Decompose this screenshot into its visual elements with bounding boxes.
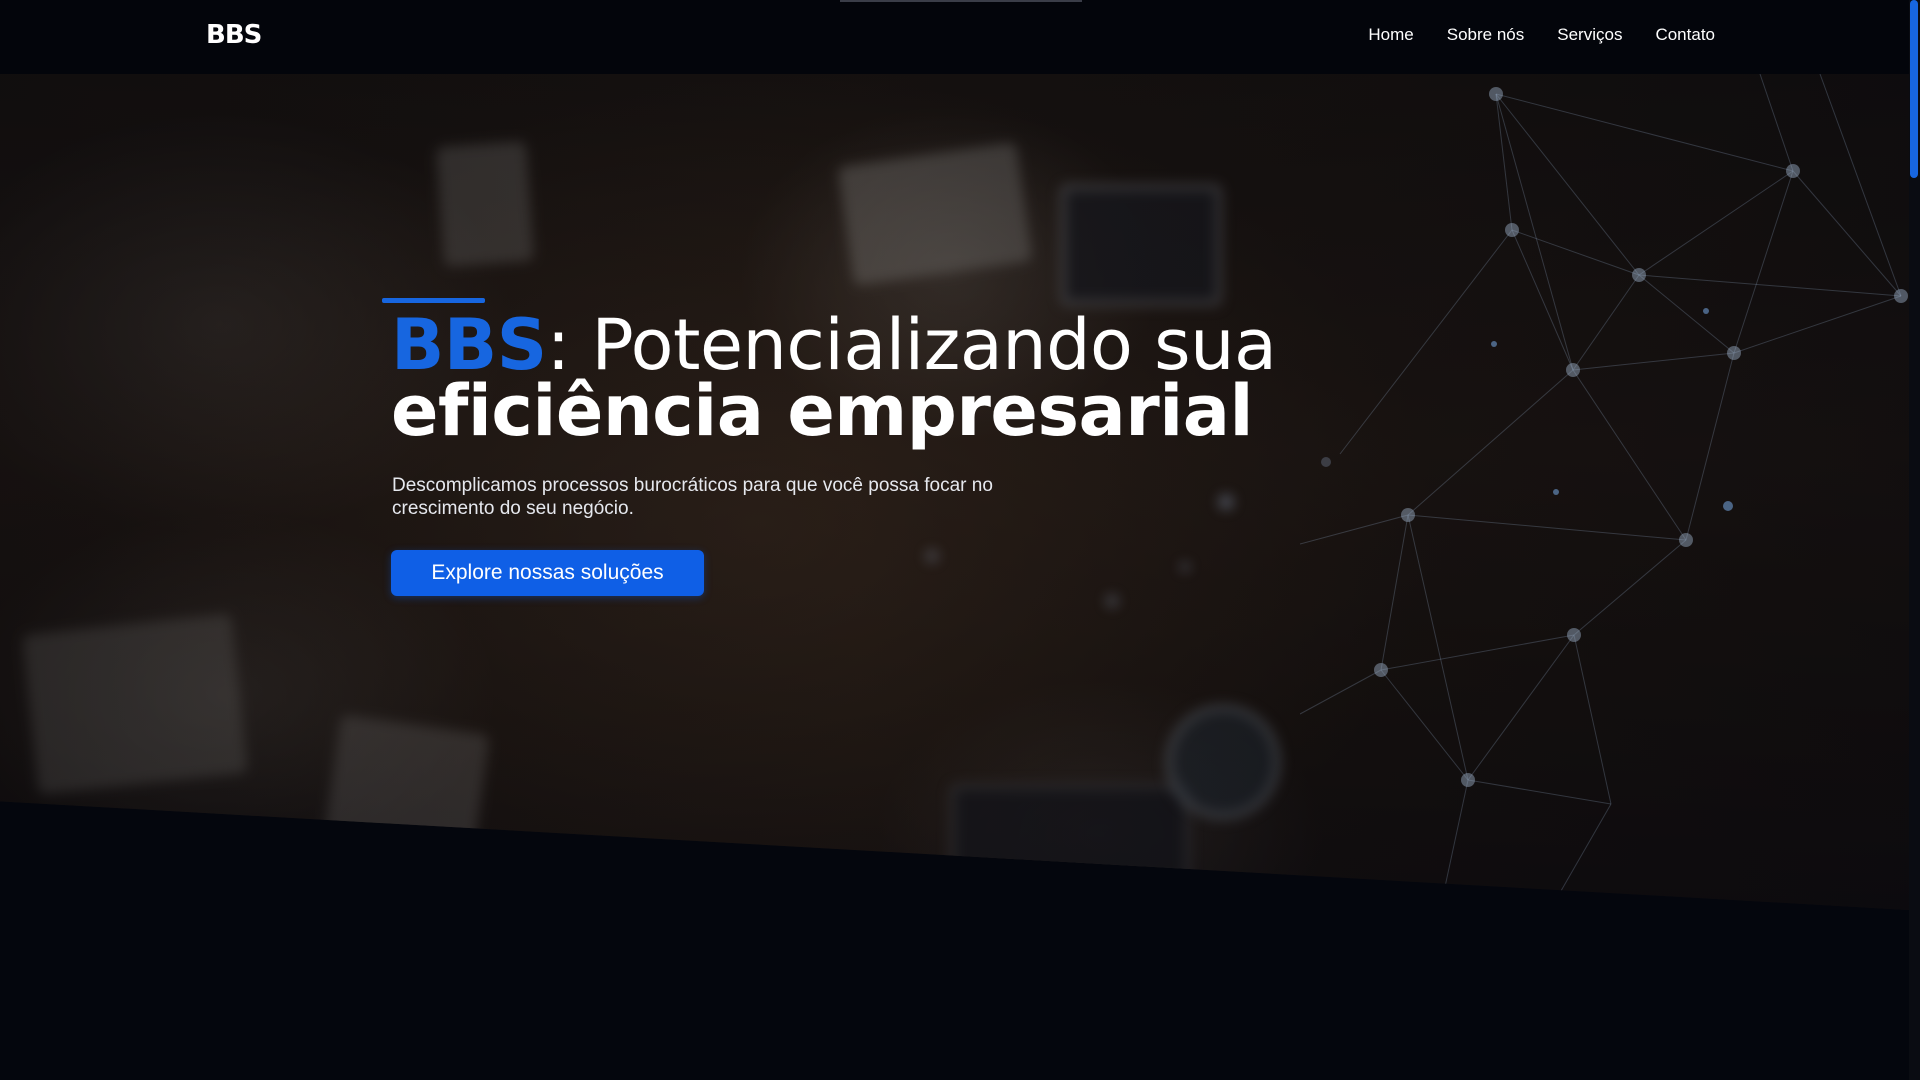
nav-link-contato[interactable]: Contato bbox=[1655, 24, 1715, 46]
scrollbar-thumb[interactable] bbox=[1910, 0, 1918, 178]
glow-dot bbox=[1105, 594, 1119, 608]
navbar: BBS Home Sobre nós Serviços Contato bbox=[0, 0, 1909, 74]
hero-title: BBS: Potencializando sua eficiência empr… bbox=[391, 310, 1277, 452]
network-graphic bbox=[1300, 74, 1908, 910]
explore-solutions-button[interactable]: Explore nossas soluções bbox=[391, 550, 704, 596]
glow-dot bbox=[1180, 562, 1190, 572]
nav-link-servicos[interactable]: Serviços bbox=[1557, 24, 1622, 46]
glow-dot bbox=[1218, 494, 1234, 510]
title-accent-bar bbox=[382, 298, 485, 303]
hero-subtitle: Descomplicamos processos burocráticos pa… bbox=[392, 475, 993, 519]
logo[interactable]: BBS bbox=[206, 22, 262, 48]
hero-title-line2: eficiência empresarial bbox=[391, 370, 1253, 452]
page: BBS Home Sobre nós Serviços Contato BBS:… bbox=[0, 0, 1920, 1080]
nav-link-home[interactable]: Home bbox=[1368, 24, 1413, 46]
nav-top-divider bbox=[840, 0, 1082, 2]
glow-dot bbox=[925, 549, 939, 563]
main-nav: Home Sobre nós Serviços Contato bbox=[1368, 24, 1715, 46]
nav-link-sobre-nos[interactable]: Sobre nós bbox=[1447, 24, 1525, 46]
